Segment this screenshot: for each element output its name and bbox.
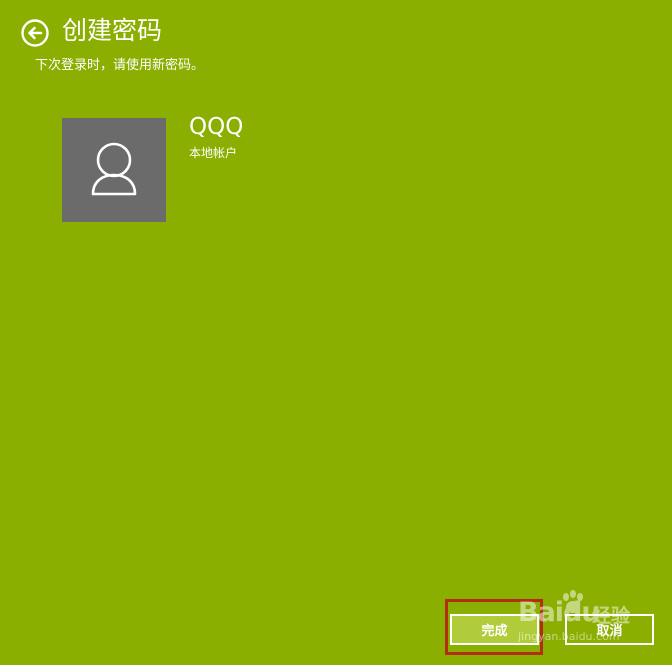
- avatar: [62, 118, 166, 222]
- page-subtitle: 下次登录时，请使用新密码。: [35, 58, 205, 73]
- finish-button[interactable]: 完成: [450, 614, 539, 645]
- cancel-button[interactable]: 取消: [565, 614, 654, 645]
- account-name: QQQ: [189, 114, 244, 140]
- page-title: 创建密码: [62, 16, 163, 45]
- back-arrow-icon: [21, 19, 49, 47]
- back-button[interactable]: [21, 19, 49, 47]
- user-icon: [91, 142, 137, 196]
- account-type: 本地帐户: [189, 146, 238, 160]
